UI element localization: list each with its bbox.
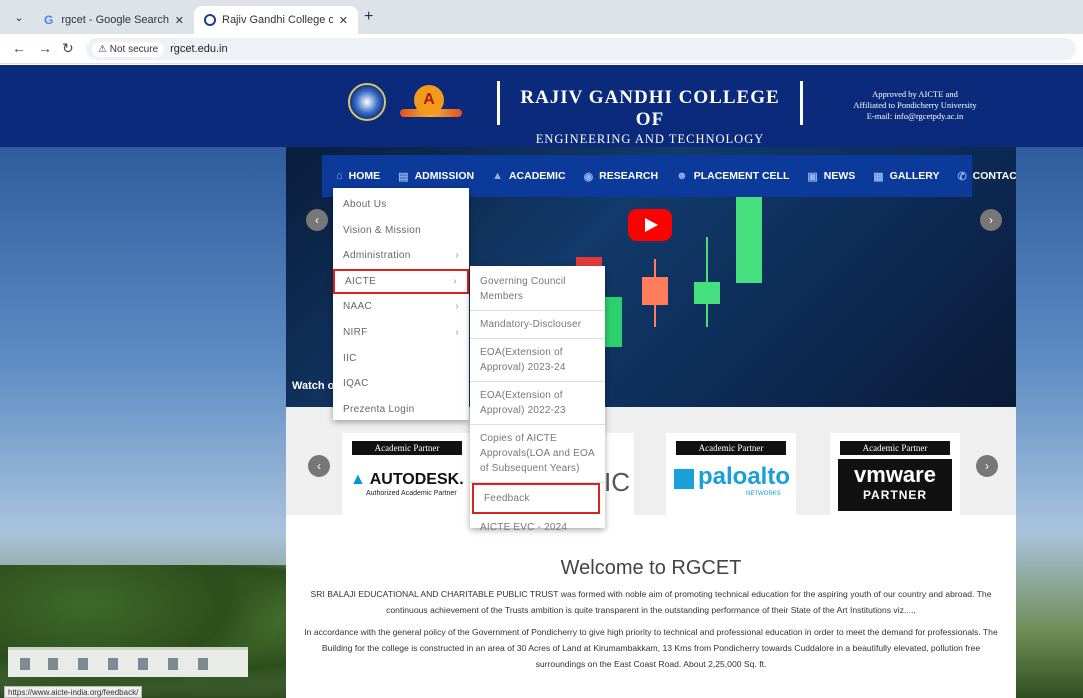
url-field[interactable]: ⚠ Not secure rgcet.edu.in — [86, 38, 1076, 60]
paloalto-logo: paloalto — [698, 463, 791, 490]
submenu-item-eoa-2023-24[interactable]: EOA(Extension of Approval) 2023-24 — [470, 339, 605, 382]
college-name-line1: RAJIV GANDHI COLLEGE OF — [520, 87, 780, 130]
college-name-line2: ENGINEERING AND TECHNOLOGY — [535, 132, 765, 146]
approval-info: Approved by AICTE and Affiliated to Pond… — [853, 89, 977, 121]
menu-item-administration[interactable]: Administration › — [333, 243, 469, 269]
partner-card-autodesk[interactable]: Academic Partner ▲ AUTODESK. Authorized … — [342, 433, 472, 515]
college-emblem-logo — [348, 83, 386, 121]
url-text: rgcet.edu.in — [170, 43, 228, 55]
nav-gallery[interactable]: ▦ GALLERY — [873, 170, 939, 183]
status-bar-url: https://www.aicte-india.org/feedback/ — [4, 686, 143, 698]
tab-title: Rajiv Gandhi College of Engineer — [222, 14, 333, 26]
partner-heading: Academic Partner — [676, 441, 786, 455]
divider — [800, 81, 803, 125]
gallery-icon: ▦ — [873, 170, 884, 183]
submenu-item-aicte-evc-2024[interactable]: AICTE EVC - 2024 — [470, 514, 605, 541]
submenu-item-feedback[interactable]: Feedback — [472, 483, 600, 514]
chart-candle — [736, 195, 762, 283]
admission-icon: ▤ — [398, 170, 409, 183]
watch-label: Watch o — [292, 380, 335, 392]
news-icon: ▣ — [807, 170, 818, 183]
home-dropdown-menu: About Us Vision & Mission Administration… — [333, 188, 469, 420]
close-tab-icon[interactable]: ✕ — [175, 14, 184, 27]
naac-logo: A — [400, 83, 462, 123]
welcome-paragraph-1: SRI BALAJI EDUCATIONAL AND CHARITABLE PU… — [310, 589, 992, 615]
autodesk-logo: ▲ AUTODESK. — [350, 471, 464, 488]
tab-search-icon[interactable]: ⌄ — [8, 8, 30, 28]
menu-item-naac[interactable]: NAAC › — [333, 294, 469, 320]
menu-item-prezenta-login[interactable]: Prezenta Login — [333, 397, 469, 423]
back-icon[interactable]: ← — [12, 40, 26, 56]
tab-title: rgcet - Google Search — [61, 14, 169, 26]
tab-google-search[interactable]: G rgcet - Google Search ✕ — [34, 6, 194, 34]
partner-card-paloalto[interactable]: Academic Partner paloalto NETWORKS — [666, 433, 796, 515]
address-bar: ← → ↻ ⚠ Not secure rgcet.edu.in — [0, 34, 1083, 64]
tab-rgcet[interactable]: Rajiv Gandhi College of Engineer ✕ — [194, 6, 358, 34]
nav-placement-cell[interactable]: ☻ PLACEMENT CELL — [676, 170, 789, 182]
users-icon: ☻ — [676, 170, 688, 182]
paloalto-sub: NETWORKS — [746, 491, 781, 497]
new-tab-icon[interactable]: + — [364, 8, 373, 26]
divider — [497, 81, 500, 125]
submenu-item-copies-of-approvals[interactable]: Copies of AICTE Approvals(LOA and EOA of… — [470, 425, 605, 483]
nav-admission[interactable]: ▤ ADMISSION — [398, 170, 474, 183]
campus-building — [8, 647, 248, 677]
graduation-cap-icon: ▲ — [492, 170, 503, 182]
vmware-logo: vmware PARTNER — [838, 459, 952, 511]
welcome-section: Welcome to RGCET SRI BALAJI EDUCATIONAL … — [286, 515, 1016, 698]
menu-item-aicte[interactable]: AICTE › — [333, 268, 469, 295]
site-header: A RAJIV GANDHI COLLEGE OF ENGINEERING AN… — [0, 65, 1083, 147]
close-tab-icon[interactable]: ✕ — [339, 14, 348, 27]
chart-wick — [706, 237, 708, 327]
not-secure-badge[interactable]: ⚠ Not secure — [92, 41, 165, 57]
youtube-play-icon[interactable] — [628, 209, 672, 241]
google-icon: G — [44, 13, 54, 27]
chevron-right-icon: › — [453, 275, 457, 287]
autodesk-sub: Authorized Academic Partner — [366, 490, 457, 497]
partner-heading: Academic Partner — [840, 441, 950, 455]
partial-partner-text: IC — [604, 467, 630, 497]
welcome-paragraph-2: In accordance with the general policy of… — [304, 627, 998, 669]
site-favicon-icon — [204, 14, 216, 26]
reload-icon[interactable]: ↻ — [62, 40, 74, 57]
nav-academic[interactable]: ▲ ACADEMIC — [492, 170, 565, 182]
submenu-item-governing-council[interactable]: Governing Council Members — [470, 266, 605, 311]
partner-card-vmware[interactable]: Academic Partner vmware PARTNER — [830, 433, 960, 515]
menu-item-nirf[interactable]: NIRF › — [333, 320, 469, 346]
chart-wick — [654, 259, 656, 327]
menu-item-iqac[interactable]: IQAC — [333, 371, 469, 397]
nav-research[interactable]: ◉ RESEARCH — [584, 170, 659, 183]
submenu-item-eoa-2022-23[interactable]: EOA(Extension of Approval) 2022-23 — [470, 382, 605, 425]
phone-icon: ✆ — [957, 170, 967, 183]
nav-contact[interactable]: ✆CONTACT — [957, 170, 1016, 183]
forward-icon[interactable]: → — [38, 40, 52, 56]
partners-next-icon[interactable]: › — [976, 455, 998, 477]
menu-item-about-us[interactable]: About Us — [333, 192, 469, 218]
college-name: RAJIV GANDHI COLLEGE OF ENGINEERING AND … — [520, 87, 780, 147]
partners-prev-icon[interactable]: ‹ — [308, 455, 330, 477]
research-icon: ◉ — [583, 170, 594, 183]
aicte-submenu: Governing Council Members Mandatory-Disc… — [470, 266, 605, 533]
slider-next-icon[interactable]: › — [980, 209, 1002, 231]
nav-news[interactable]: ▣ NEWS — [807, 170, 855, 183]
campus-trees — [0, 565, 286, 698]
right-background-photo — [1016, 147, 1083, 698]
home-icon: ⌂ — [336, 170, 343, 182]
chevron-right-icon: › — [455, 301, 459, 313]
paloalto-icon — [674, 469, 694, 489]
academic-partners: ‹ › Academic Partner ▲ AUTODESK. Authori… — [286, 407, 1016, 515]
partner-heading: Academic Partner — [352, 441, 462, 455]
menu-item-iic[interactable]: IIC — [333, 346, 469, 372]
nav-home[interactable]: ⌂ HOME — [336, 170, 380, 182]
chevron-right-icon: › — [455, 250, 459, 262]
submenu-item-mandatory-disclouser[interactable]: Mandatory-Disclouser — [470, 311, 605, 339]
slider-prev-icon[interactable]: ‹ — [306, 209, 328, 231]
welcome-title: Welcome to RGCET — [560, 557, 742, 579]
chevron-right-icon: › — [455, 326, 459, 338]
browser-tab-strip: ⌄ G rgcet - Google Search ✕ Rajiv Gandhi… — [0, 0, 1083, 34]
menu-item-vision-mission[interactable]: Vision & Mission — [333, 218, 469, 244]
